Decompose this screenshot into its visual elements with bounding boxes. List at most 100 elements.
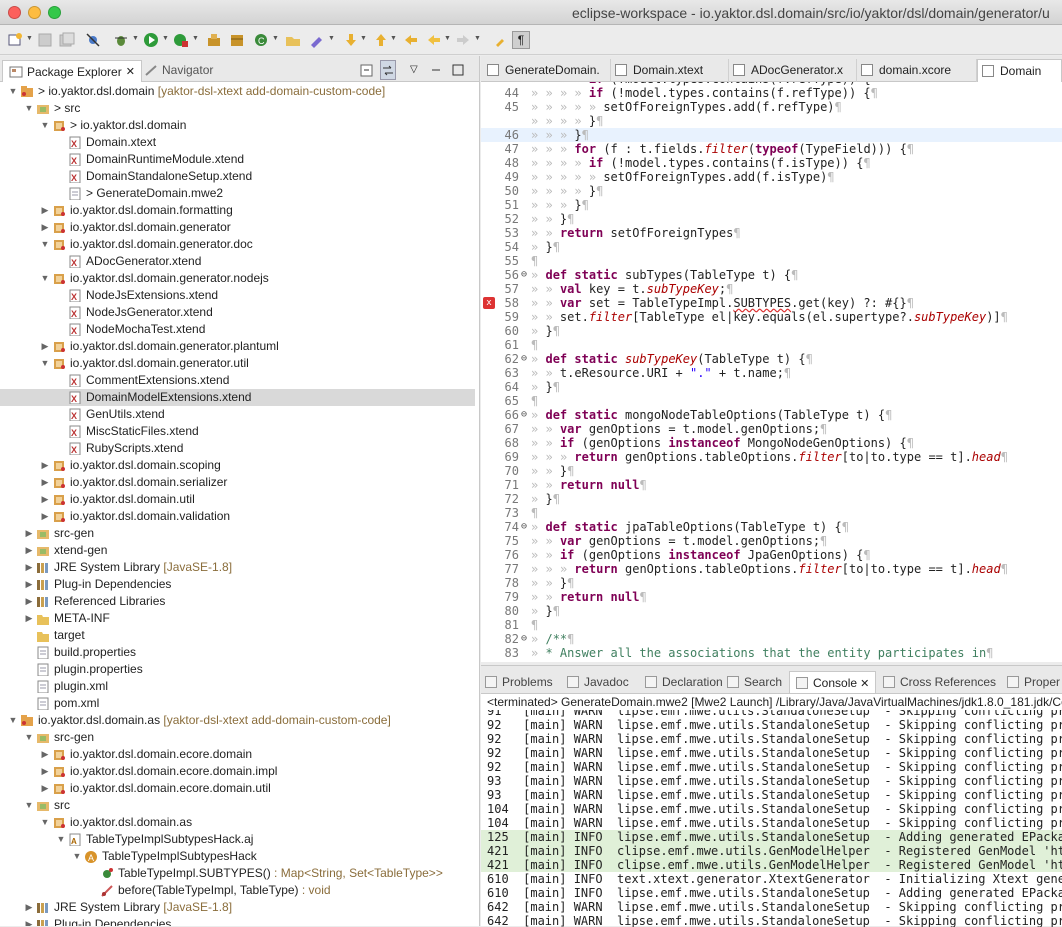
- code-line[interactable]: 79 » » return null¶: [481, 590, 1062, 604]
- code-line[interactable]: 83 » * Answer all the associations that t…: [481, 646, 1062, 660]
- tree-item[interactable]: ▼ io.yaktor.dsl.domain.generator.doc: [0, 236, 475, 253]
- tree-item[interactable]: ▶ Plug-in Dependencies: [0, 576, 475, 593]
- chevron-right-icon[interactable]: ▶: [40, 508, 50, 525]
- chevron-right-icon[interactable]: ▶: [40, 780, 50, 797]
- tree-item[interactable]: ▼ io.yaktor.dsl.domain.generator.util: [0, 355, 475, 372]
- chevron-down-icon[interactable]: ▼: [390, 35, 397, 42]
- tree-item[interactable]: ▶ io.yaktor.dsl.domain.ecore.domain.impl: [0, 763, 475, 780]
- tree-item[interactable]: X DomainStandaloneSetup.xtend: [0, 168, 475, 185]
- code-line[interactable]: 61 ¶: [481, 338, 1062, 352]
- tree-item[interactable]: ▶ src-gen: [0, 525, 475, 542]
- tree-item[interactable]: ▶ xtend-gen: [0, 542, 475, 559]
- run-external-tools-icon[interactable]: [172, 31, 190, 49]
- tree-item[interactable]: ▶ io.yaktor.dsl.domain.util: [0, 491, 475, 508]
- chevron-right-icon[interactable]: ▶: [40, 491, 50, 508]
- code-line[interactable]: 48 » » » » if (!model.types.contains(f.is…: [481, 156, 1062, 170]
- tree-item[interactable]: ▼ A TableTypeImplSubtypesHack: [0, 848, 475, 865]
- fold-collapse-icon[interactable]: ⊖: [521, 408, 527, 422]
- chevron-down-icon[interactable]: ▼: [8, 712, 18, 729]
- code-line[interactable]: 55 ¶: [481, 254, 1062, 268]
- tree-item[interactable]: ▼ > io.yaktor.dsl.domain: [0, 117, 475, 134]
- code-line[interactable]: 63 » » t.eResource.URI + "." + t.name;¶: [481, 366, 1062, 380]
- chevron-down-icon[interactable]: ▼: [24, 100, 34, 117]
- tree-item[interactable]: X DomainRuntimeModule.xtend: [0, 151, 475, 168]
- minimize-window-button[interactable]: [28, 6, 41, 19]
- tree-item[interactable]: ▼ io.yaktor.dsl.domain.generator.nodejs: [0, 270, 475, 287]
- code-line[interactable]: 82 ⊖ » /**¶: [481, 632, 1062, 646]
- close-window-button[interactable]: [8, 6, 21, 19]
- tree-item[interactable]: ▶ io.yaktor.dsl.domain.formatting: [0, 202, 475, 219]
- tree-item[interactable]: ▼ io.yaktor.dsl.domain.as: [0, 814, 475, 831]
- code-line[interactable]: 74 ⊖ » def static jpaTableOptions(TableTyp…: [481, 520, 1062, 534]
- tree-item[interactable]: target: [0, 627, 475, 644]
- chevron-right-icon[interactable]: ▶: [24, 899, 34, 916]
- chevron-down-icon[interactable]: ▼: [24, 797, 34, 814]
- chevron-down-icon[interactable]: ▼: [40, 355, 50, 372]
- console-output[interactable]: 91 [main] WARN lipse.emf.mwe.utils.Stand…: [481, 710, 1062, 927]
- tree-item[interactable]: ▶ io.yaktor.dsl.domain.ecore.domain.util: [0, 780, 475, 797]
- editor-tab[interactable]: ADocGenerator.x: [729, 59, 857, 82]
- chevron-right-icon[interactable]: ▶: [40, 763, 50, 780]
- tree-item[interactable]: X NodeJsGenerator.xtend: [0, 304, 475, 321]
- chevron-down-icon[interactable]: ▼: [40, 270, 50, 287]
- chevron-down-icon[interactable]: ▼: [444, 35, 451, 42]
- chevron-right-icon[interactable]: ▶: [24, 593, 34, 610]
- tree-item[interactable]: X NodeJsExtensions.xtend: [0, 287, 475, 304]
- close-icon[interactable]: ✕: [126, 62, 135, 82]
- code-line[interactable]: 78 » » }¶: [481, 576, 1062, 590]
- fold-collapse-icon[interactable]: ⊖: [521, 632, 527, 646]
- chevron-right-icon[interactable]: ▶: [40, 338, 50, 355]
- code-line[interactable]: 60 » }¶: [481, 324, 1062, 338]
- chevron-down-icon[interactable]: ▼: [40, 236, 50, 253]
- chevron-down-icon[interactable]: ▼: [40, 117, 50, 134]
- code-line[interactable]: 52 » » }¶: [481, 212, 1062, 226]
- tab-console[interactable]: Console ✕: [789, 671, 877, 693]
- save-all-icon[interactable]: [58, 31, 76, 49]
- tree-item[interactable]: ▼ io.yaktor.dsl.domain.as [yaktor-dsl-xte…: [0, 712, 475, 729]
- chevron-down-icon[interactable]: ▼: [474, 35, 481, 42]
- code-line[interactable]: 58 x » » var set = TableTypeImpl.SUBTYPES.…: [481, 296, 1062, 310]
- tree-item[interactable]: pom.xml: [0, 695, 475, 712]
- code-line[interactable]: 80 » }¶: [481, 604, 1062, 618]
- code-line[interactable]: 69 » » » return genOptions.tableOptions.f…: [481, 450, 1062, 464]
- code-line[interactable]: 46» » » » }¶: [481, 114, 1062, 128]
- code-line[interactable]: 71 » » return null¶: [481, 478, 1062, 492]
- code-line[interactable]: 64 » }¶: [481, 380, 1062, 394]
- tree-item[interactable]: build.properties: [0, 644, 475, 661]
- editor-tab[interactable]: GenerateDomain.: [483, 59, 611, 82]
- tree-item[interactable]: ▶ io.yaktor.dsl.domain.serializer: [0, 474, 475, 491]
- tab-problems[interactable]: Problems: [485, 671, 553, 693]
- code-line[interactable]: 84 » */¶: [481, 660, 1062, 662]
- tree-item[interactable]: TableTypeImpl.SUBTYPES() : Map<String, S…: [0, 865, 475, 882]
- code-line[interactable]: 50 » » » » }¶: [481, 184, 1062, 198]
- chevron-down-icon[interactable]: ▼: [24, 729, 34, 746]
- code-line[interactable]: 62 ⊖ » def static subTypeKey(TableType t) …: [481, 352, 1062, 366]
- tree-item[interactable]: X GenUtils.xtend: [0, 406, 475, 423]
- fold-collapse-icon[interactable]: ⊖: [521, 352, 527, 366]
- code-line[interactable]: 46 » » » }¶: [481, 128, 1062, 142]
- code-line[interactable]: 44 » » » » if (!model.types.contains(f.re…: [481, 86, 1062, 100]
- tree-item[interactable]: ▼ src: [0, 797, 475, 814]
- chevron-right-icon[interactable]: ▶: [40, 474, 50, 491]
- back-icon[interactable]: [425, 31, 443, 49]
- build-icon[interactable]: [205, 31, 223, 49]
- tree-item[interactable]: ▶ io.yaktor.dsl.domain.generator.plantuml: [0, 338, 475, 355]
- tree-item[interactable]: ▼ src-gen: [0, 729, 475, 746]
- chevron-down-icon[interactable]: ▼: [272, 35, 279, 42]
- tree-item[interactable]: ▼ > src: [0, 100, 475, 117]
- code-line[interactable]: 65 ¶: [481, 394, 1062, 408]
- tab-package-explorer[interactable]: Package Explorer ✕: [2, 60, 142, 82]
- fold-collapse-icon[interactable]: ⊖: [521, 520, 527, 534]
- tree-item[interactable]: plugin.xml: [0, 678, 475, 695]
- chevron-right-icon[interactable]: ▶: [40, 746, 50, 763]
- next-annotation-icon[interactable]: [342, 31, 360, 49]
- view-menu-icon[interactable]: ▽: [410, 60, 418, 80]
- code-line[interactable]: 68 » » if (genOptions instanceof MongoNod…: [481, 436, 1062, 450]
- error-marker-icon[interactable]: x: [483, 297, 495, 309]
- code-line[interactable]: 77 » » » return genOptions.tableOptions.f…: [481, 562, 1062, 576]
- tree-item[interactable]: ▶ io.yaktor.dsl.domain.validation: [0, 508, 475, 525]
- code-line[interactable]: 47 » » » for (f : t.fields.filter(typeof(…: [481, 142, 1062, 156]
- tab-javadoc[interactable]: Javadoc: [567, 671, 629, 693]
- tree-item[interactable]: > GenerateDomain.mwe2: [0, 185, 475, 202]
- tab-proper[interactable]: Proper: [1007, 671, 1060, 693]
